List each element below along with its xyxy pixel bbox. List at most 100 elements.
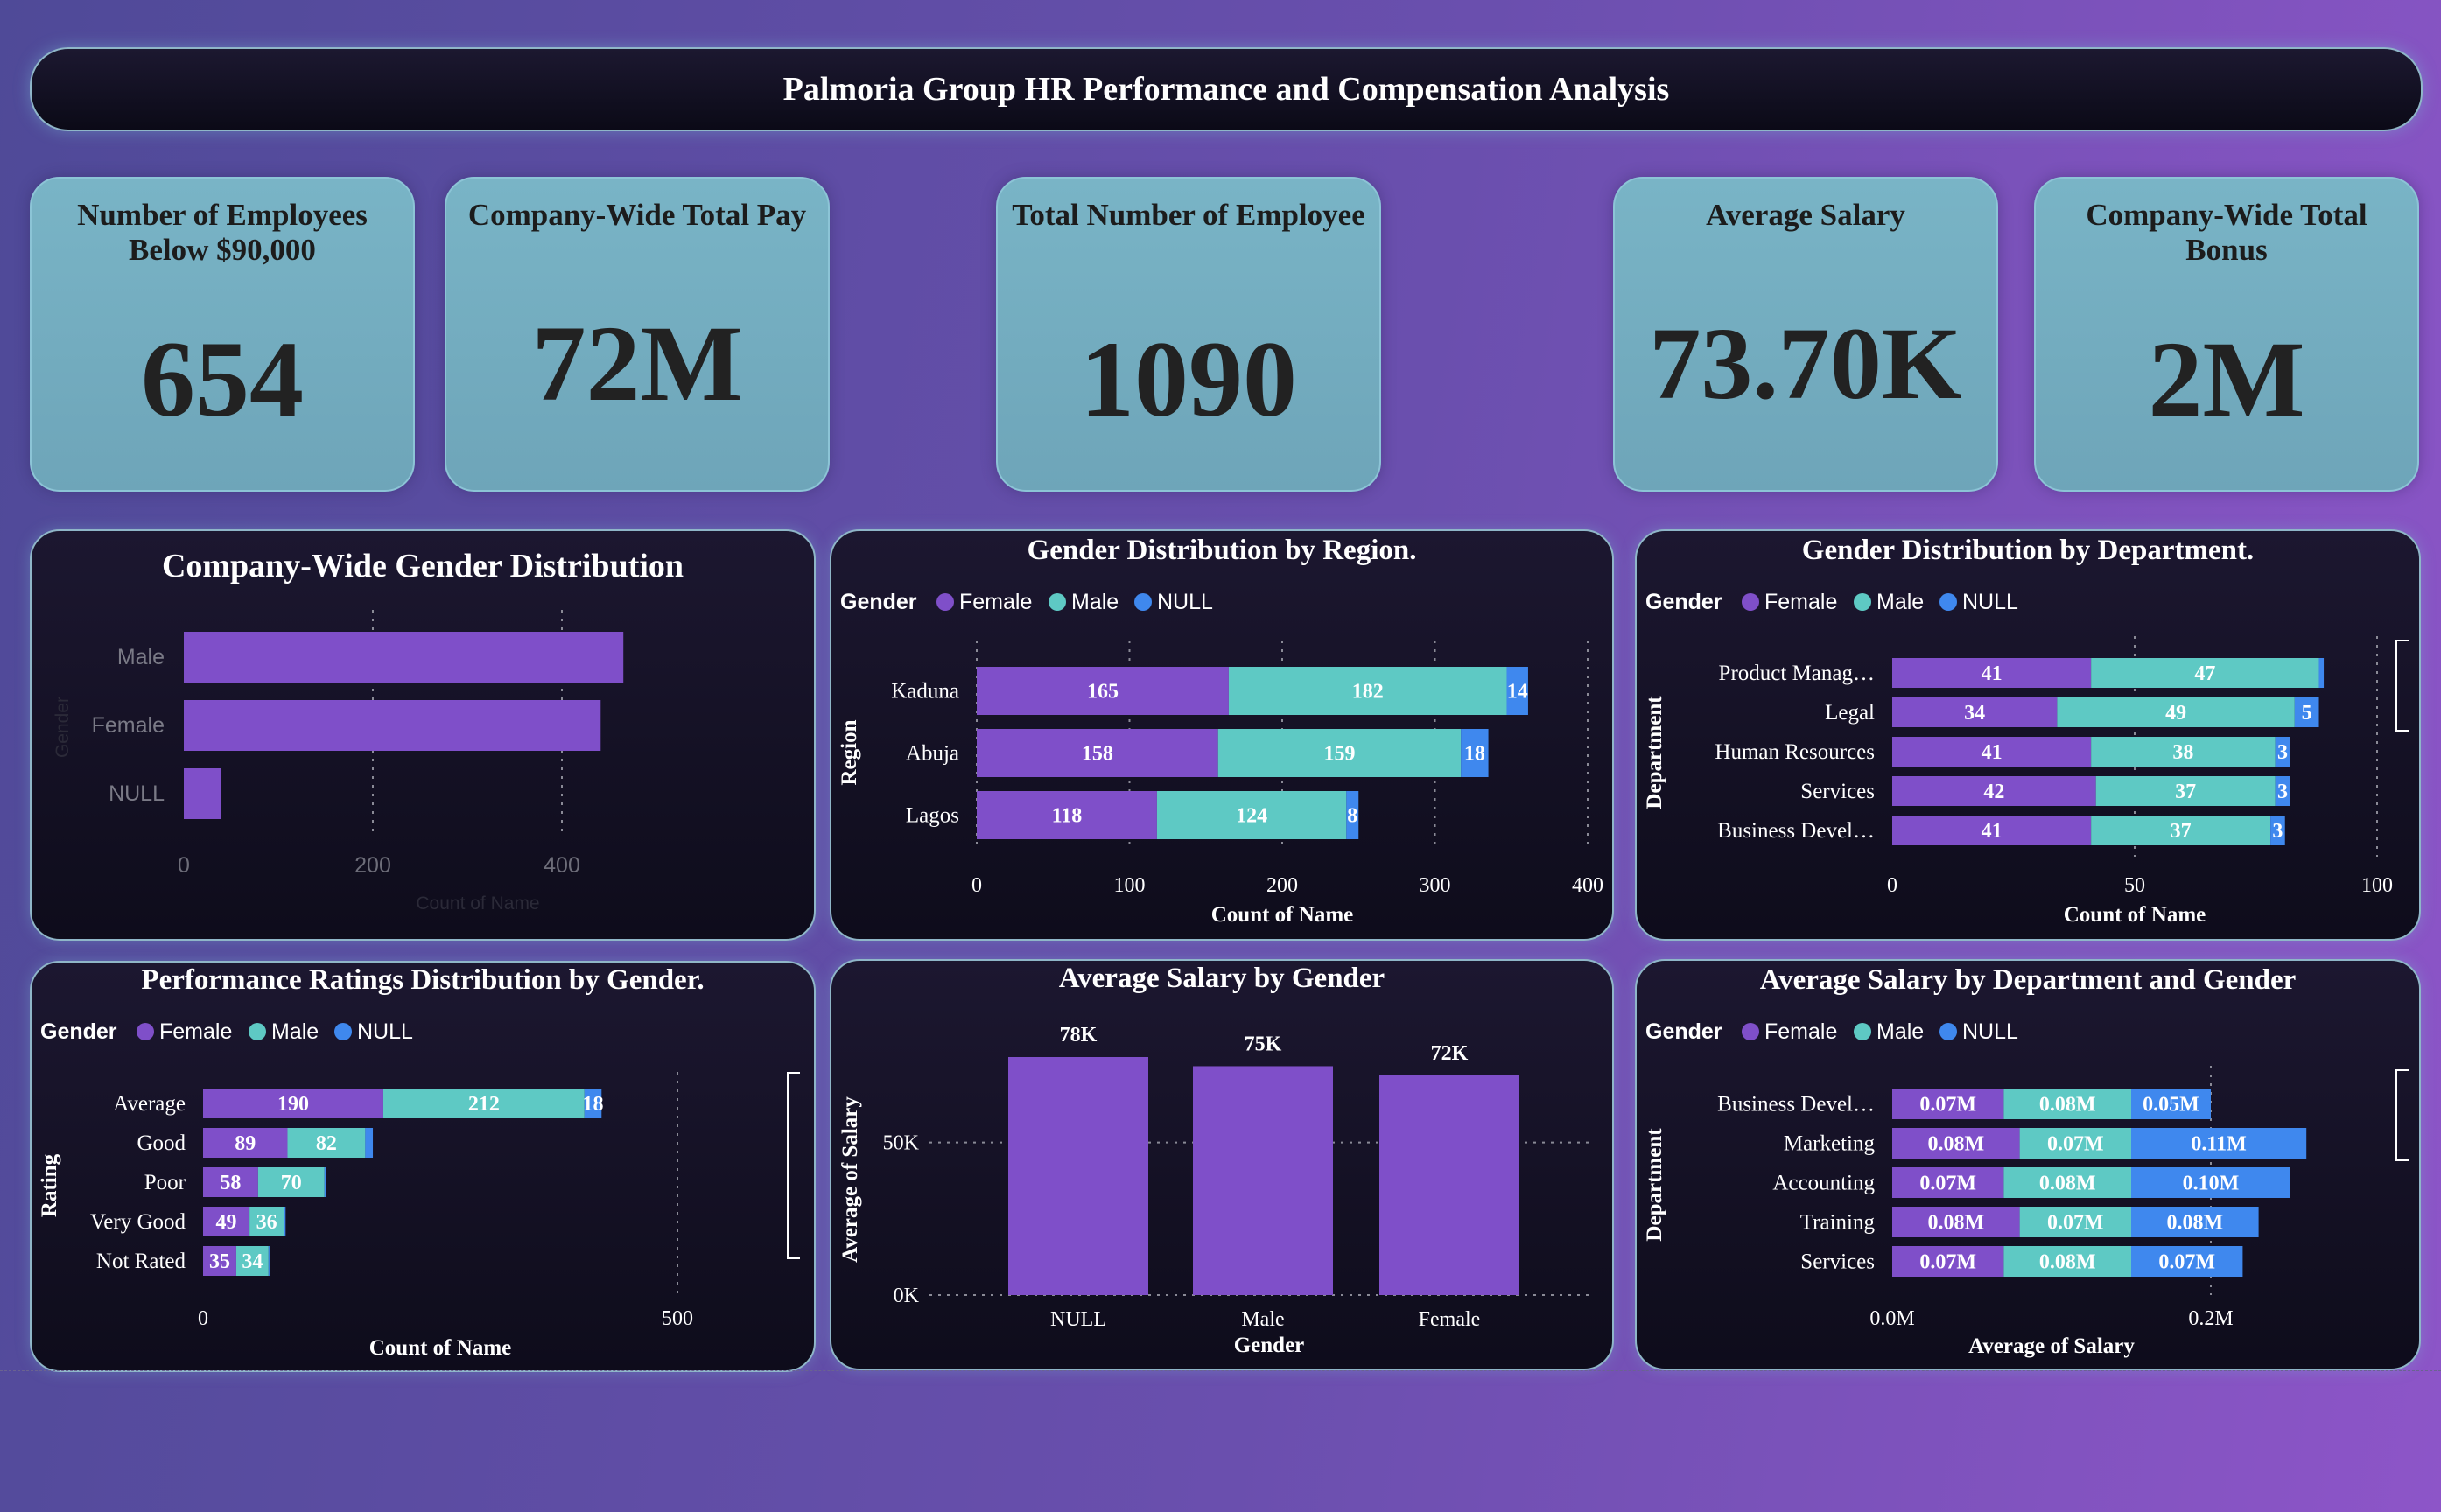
x-tick-label: 100 — [1114, 874, 1146, 897]
chart-title: Average Salary by Gender — [1059, 962, 1385, 994]
x-tick-label: 400 — [544, 853, 580, 878]
chart-title: Gender Distribution by Department. — [1802, 535, 2254, 566]
category-label: Female — [92, 713, 165, 738]
panel-avg-salary-by-dept-gender[interactable]: Average Salary by Department and Gender G… — [1635, 959, 2421, 1370]
legend-item[interactable]: Male — [1071, 590, 1119, 614]
legend-item[interactable]: Female — [959, 590, 1032, 614]
legend-item[interactable]: Male — [271, 1019, 319, 1044]
scrollbar[interactable] — [787, 1072, 800, 1259]
legend-item[interactable]: NULL — [1962, 590, 2018, 614]
legend-marker[interactable] — [1134, 593, 1152, 611]
legend-title: Gender — [40, 1019, 117, 1044]
bar-segment-null[interactable] — [324, 1167, 326, 1197]
legend-item[interactable]: Female — [159, 1019, 232, 1044]
data-label: 37 — [2175, 780, 2196, 803]
bar[interactable] — [184, 768, 221, 819]
bar-segment-null[interactable] — [2318, 658, 2325, 688]
legend-marker[interactable] — [1939, 1023, 1957, 1040]
legend-item[interactable]: NULL — [1962, 1019, 2018, 1044]
kpi-card-total-pay[interactable]: Company-Wide Total Pay 72M — [445, 177, 830, 492]
data-label: 190 — [277, 1093, 309, 1116]
data-label: 47 — [2194, 662, 2215, 685]
legend-marker[interactable] — [137, 1023, 154, 1040]
data-label: 72K — [1431, 1042, 1469, 1065]
category-label: Good — [137, 1131, 186, 1155]
data-label: 0.08M — [1927, 1212, 1984, 1235]
data-label: 49 — [2165, 702, 2186, 724]
data-label: 42 — [1983, 780, 2004, 803]
kpi-card-total-bonus[interactable]: Company-Wide Total Bonus 2M — [2034, 177, 2419, 492]
data-label: 0.08M — [2039, 1094, 2096, 1116]
data-label: 38 — [2172, 741, 2193, 764]
data-label: 0.05M — [2143, 1094, 2199, 1116]
kpi-card-average-salary[interactable]: Average Salary 73.70K — [1613, 177, 1998, 492]
legend-marker[interactable] — [1854, 593, 1871, 611]
scrollbar[interactable] — [2395, 640, 2409, 732]
category-label: Legal — [1825, 701, 1875, 724]
panel-gender-distribution[interactable]: Company-Wide Gender Distribution 0 200 400 M… — [30, 529, 816, 941]
legend-marker[interactable] — [1939, 593, 1957, 611]
chart-gender-by-region: Gender Distribution by Region. Gender Fema… — [838, 535, 1603, 927]
legend-marker[interactable] — [249, 1023, 266, 1040]
legend-item[interactable]: NULL — [1157, 590, 1213, 614]
panel-avg-salary-by-gender[interactable]: Average Salary by Gender 0K 50K 78K NULL 75K M… — [830, 959, 1614, 1370]
data-label: 0.07M — [1919, 1172, 1976, 1195]
data-label: 14 — [1507, 681, 1528, 704]
legend-marker[interactable] — [1742, 593, 1759, 611]
kpi-value: 654 — [141, 319, 304, 439]
kpi-card-below-90k[interactable]: Number of Employees Below $90,000 654 — [30, 177, 415, 492]
bar-segment-null[interactable] — [284, 1207, 286, 1236]
chart-title: Gender Distribution by Region. — [1028, 535, 1417, 566]
data-label: 18 — [1464, 743, 1485, 766]
x-tick-label: 0.2M — [2188, 1307, 2233, 1330]
data-label: 0.07M — [1919, 1251, 1976, 1274]
category-label: Business Devel… — [1717, 1093, 1875, 1116]
legend-title: Gender — [1645, 1019, 1722, 1044]
bar-segment-null[interactable] — [268, 1246, 270, 1276]
data-label: 36 — [256, 1211, 277, 1234]
legend-item[interactable]: Female — [1764, 1019, 1837, 1044]
x-tick-label: 0 — [1887, 874, 1897, 897]
chart-gender-by-department: Gender Distribution by Department. Gender… — [1643, 535, 2409, 927]
legend-item[interactable]: Female — [1764, 590, 1837, 614]
kpi-value: 1090 — [1080, 319, 1297, 439]
legend-marker[interactable] — [1742, 1023, 1759, 1040]
legend-marker[interactable] — [334, 1023, 352, 1040]
bar[interactable] — [184, 700, 601, 751]
legend-marker[interactable] — [1854, 1023, 1871, 1040]
x-tick-label: 0 — [178, 853, 190, 878]
panel-gender-by-region[interactable]: Gender Distribution by Region. Gender Fema… — [830, 529, 1614, 941]
kpi-label: Number of Employees Below $90,000 — [77, 198, 368, 267]
data-label: 34 — [1964, 702, 1985, 724]
scrollbar[interactable] — [2395, 1069, 2409, 1161]
data-label: 0.07M — [2047, 1212, 2104, 1235]
kpi-value: 2M — [2148, 319, 2305, 439]
bar[interactable] — [1379, 1074, 1519, 1295]
legend-marker[interactable] — [1049, 593, 1066, 611]
bar-segment-null[interactable] — [365, 1128, 374, 1158]
data-label: 58 — [220, 1172, 241, 1194]
legend-item[interactable]: NULL — [357, 1019, 413, 1044]
bar[interactable] — [1008, 1057, 1148, 1295]
legend-marker[interactable] — [936, 593, 954, 611]
data-label: 3 — [2277, 780, 2288, 803]
x-tick-label: Male — [1241, 1308, 1284, 1331]
data-label: 0.08M — [2039, 1251, 2096, 1274]
legend-item[interactable]: Male — [1876, 590, 1924, 614]
category-label: Business Devel… — [1717, 819, 1875, 843]
x-tick-label: Female — [1419, 1308, 1481, 1331]
data-label: 0.07M — [1919, 1094, 1976, 1116]
legend-item[interactable]: Male — [1876, 1019, 1924, 1044]
panel-ratings-by-gender[interactable]: Performance Ratings Distribution by Gend… — [30, 961, 816, 1372]
x-tick-label: 200 — [354, 853, 391, 878]
panel-gender-by-department[interactable]: Gender Distribution by Department. Gender… — [1635, 529, 2421, 941]
kpi-card-total-employees[interactable]: Total Number of Employee 1090 — [996, 177, 1381, 492]
x-axis-title: Count of Name — [416, 893, 539, 914]
bar[interactable] — [1193, 1066, 1333, 1295]
kpi-label: Average Salary — [1706, 198, 1905, 232]
y-axis-title: Department — [1643, 696, 1666, 809]
data-label: 0.08M — [2166, 1212, 2223, 1235]
x-tick-label: 0.0M — [1869, 1307, 1914, 1330]
kpi-label: Company-Wide Total Pay — [467, 198, 807, 232]
bar[interactable] — [184, 632, 624, 682]
